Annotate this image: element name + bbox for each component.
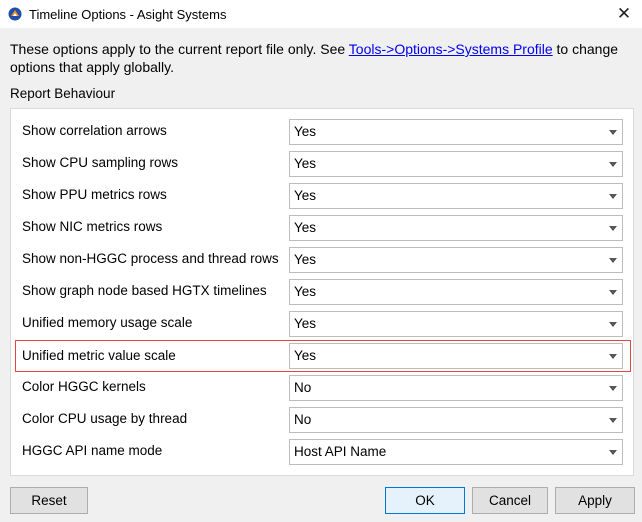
section-label: Report Behaviour — [10, 86, 116, 101]
title-bar: Timeline Options - Asight Systems ✕ — [0, 0, 642, 28]
option-dropdown[interactable]: Yes — [289, 311, 623, 337]
option-value: Yes — [294, 252, 317, 267]
ok-button[interactable]: OK — [385, 487, 465, 514]
option-value: Host API Name — [294, 444, 387, 459]
option-label: Unified metric value scale — [22, 348, 176, 363]
option-dropdown[interactable]: No — [289, 407, 623, 433]
intro-text-before: These options apply to the current repor… — [10, 41, 349, 57]
option-row: Show correlation arrows Yes — [11, 116, 633, 148]
option-label: Show correlation arrows — [22, 123, 167, 138]
option-dropdown[interactable]: Yes — [289, 279, 623, 305]
option-dropdown[interactable]: Yes — [289, 247, 623, 273]
option-value: Yes — [294, 348, 317, 363]
option-row: Show non-HGGC process and thread rows Ye… — [11, 244, 633, 276]
option-label: Show CPU sampling rows — [22, 155, 179, 170]
option-label: HGGC API name mode — [22, 443, 163, 458]
chevron-down-icon — [609, 418, 617, 423]
option-dropdown[interactable]: Yes — [289, 343, 623, 369]
apply-button[interactable]: Apply — [555, 487, 635, 514]
option-row: Color HGGC kernels No — [11, 372, 633, 404]
option-row: Show NIC metrics rows Yes — [11, 212, 633, 244]
option-dropdown[interactable]: Host API Name — [289, 439, 623, 465]
chevron-down-icon — [609, 226, 617, 231]
option-value: Yes — [294, 220, 317, 235]
option-label: Show graph node based HGTX timelines — [22, 283, 267, 298]
app-logo-icon — [8, 7, 22, 21]
window-title: Timeline Options - Asight Systems — [29, 6, 227, 22]
intro-text: These options apply to the current repor… — [10, 40, 635, 76]
option-row: Unified memory usage scale Yes — [11, 308, 633, 340]
timeline-options-dialog: Timeline Options - Asight Systems ✕ Thes… — [0, 0, 642, 522]
chevron-down-icon — [609, 290, 617, 295]
option-label: Show NIC metrics rows — [22, 219, 163, 234]
option-value: Yes — [294, 156, 317, 171]
option-dropdown[interactable]: Yes — [289, 215, 623, 241]
chevron-down-icon — [609, 130, 617, 135]
option-row: Show PPU metrics rows Yes — [11, 180, 633, 212]
option-dropdown[interactable]: Yes — [289, 183, 623, 209]
option-label: Show PPU metrics rows — [22, 187, 167, 202]
option-label: Show non-HGGC process and thread rows — [22, 251, 279, 266]
option-value: Yes — [294, 124, 317, 139]
chevron-down-icon — [609, 258, 617, 263]
chevron-down-icon — [609, 162, 617, 167]
option-row: Show graph node based HGTX timelines Yes — [11, 276, 633, 308]
close-button[interactable]: ✕ — [606, 0, 642, 28]
chevron-down-icon — [609, 322, 617, 327]
close-icon: ✕ — [616, 4, 632, 23]
option-row: Show CPU sampling rows Yes — [11, 148, 633, 180]
option-row-highlighted: Unified metric value scale Yes — [15, 340, 631, 372]
chevron-down-icon — [609, 354, 617, 359]
chevron-down-icon — [609, 450, 617, 455]
option-label: Unified memory usage scale — [22, 315, 193, 330]
option-label: Color HGGC kernels — [22, 379, 146, 394]
option-label: Color CPU usage by thread — [22, 411, 188, 426]
chevron-down-icon — [609, 386, 617, 391]
option-value: No — [294, 380, 312, 395]
chevron-down-icon — [609, 194, 617, 199]
option-dropdown[interactable]: No — [289, 375, 623, 401]
reset-button[interactable]: Reset — [10, 487, 88, 514]
option-value: Yes — [294, 188, 317, 203]
option-row: HGGC API name mode Host API Name — [11, 436, 633, 468]
option-value: Yes — [294, 316, 317, 331]
systems-profile-link[interactable]: Tools->Options->Systems Profile — [349, 41, 553, 57]
option-dropdown[interactable]: Yes — [289, 151, 623, 177]
option-value: Yes — [294, 284, 317, 299]
option-value: No — [294, 412, 312, 427]
cancel-button[interactable]: Cancel — [472, 487, 548, 514]
report-behaviour-panel: Show correlation arrows Yes Show CPU sam… — [10, 108, 634, 476]
option-row: Color CPU usage by thread No — [11, 404, 633, 436]
option-dropdown[interactable]: Yes — [289, 119, 623, 145]
